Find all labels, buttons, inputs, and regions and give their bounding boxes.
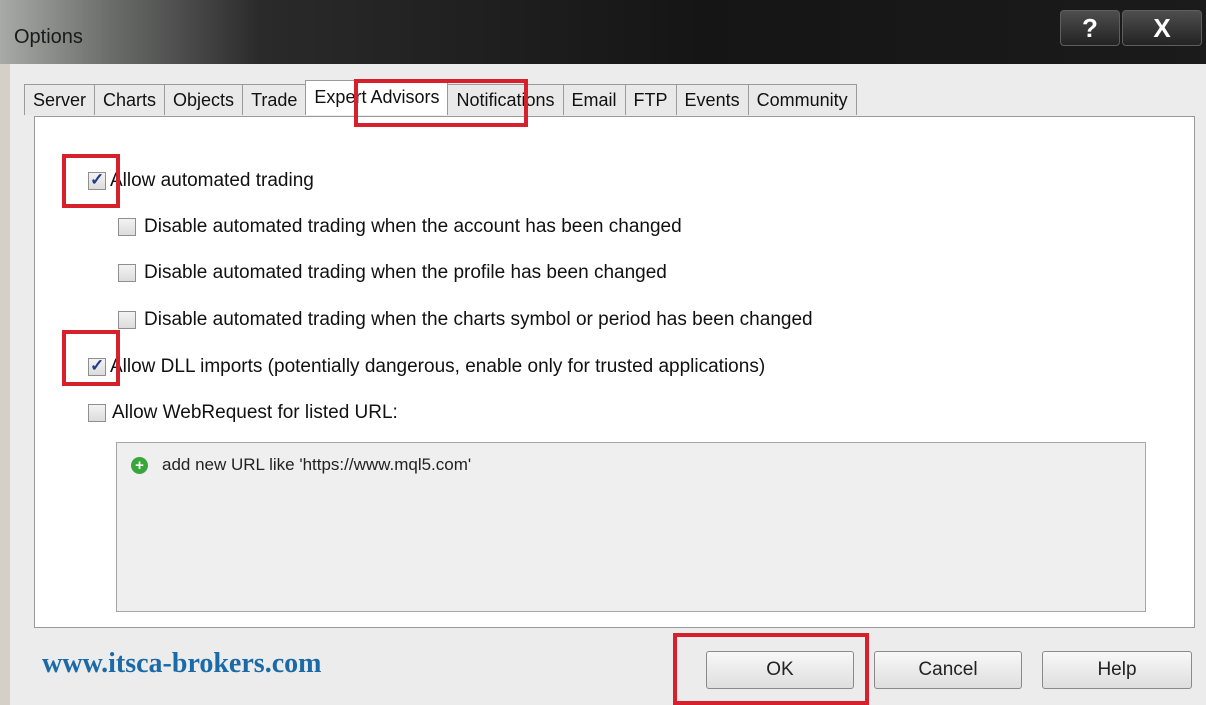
disable-on-symbol-change-option[interactable]: Disable automated trading when the chart…: [118, 309, 813, 331]
tab-notifications[interactable]: Notifications: [447, 84, 564, 115]
ok-button[interactable]: OK: [706, 651, 854, 689]
tab-objects[interactable]: Objects: [164, 84, 244, 115]
allow-automated-trading-option[interactable]: Allow automated trading: [88, 170, 314, 192]
help-button[interactable]: Help: [1042, 651, 1192, 689]
disable-on-account-change-option[interactable]: Disable automated trading when the accou…: [118, 216, 682, 238]
disable-on-symbol-change-checkbox[interactable]: [118, 311, 136, 329]
disable-on-symbol-change-label: Disable automated trading when the chart…: [144, 309, 813, 330]
tab-server[interactable]: Server: [24, 84, 96, 115]
tab-trade[interactable]: Trade: [242, 84, 307, 115]
allow-webrequest-label: Allow WebRequest for listed URL:: [112, 402, 398, 423]
tab-ftp[interactable]: FTP: [624, 84, 677, 115]
allow-dll-imports-label: Allow DLL imports (potentially dangerous…: [110, 356, 766, 377]
allow-webrequest-checkbox[interactable]: [88, 404, 106, 422]
allow-webrequest-option[interactable]: Allow WebRequest for listed URL:: [88, 402, 398, 424]
cancel-button[interactable]: Cancel: [874, 651, 1022, 689]
url-list[interactable]: + add new URL like 'https://www.mql5.com…: [116, 442, 1146, 612]
tab-expert-advisors[interactable]: Expert Advisors: [305, 80, 449, 115]
tab-strip: Server Charts Objects Trade Expert Advis…: [24, 80, 857, 117]
allow-dll-imports-option[interactable]: Allow DLL imports (potentially dangerous…: [88, 356, 765, 378]
window-title: Options: [14, 26, 83, 48]
website-watermark: www.itsca-brokers.com: [42, 648, 322, 679]
close-icon[interactable]: X: [1122, 10, 1202, 46]
add-url-row[interactable]: + add new URL like 'https://www.mql5.com…: [131, 455, 471, 475]
disable-on-profile-change-option[interactable]: Disable automated trading when the profi…: [118, 262, 667, 284]
add-url-hint: add new URL like 'https://www.mql5.com': [162, 455, 472, 474]
allow-automated-trading-checkbox[interactable]: [88, 170, 106, 190]
title-bar: Options ? X: [0, 0, 1206, 64]
tab-email[interactable]: Email: [562, 84, 626, 115]
tab-community[interactable]: Community: [747, 84, 857, 115]
disable-on-profile-change-label: Disable automated trading when the profi…: [144, 262, 667, 283]
disable-on-account-change-label: Disable automated trading when the accou…: [144, 216, 682, 237]
tab-events[interactable]: Events: [675, 84, 749, 115]
tab-charts[interactable]: Charts: [94, 84, 166, 115]
allow-dll-imports-checkbox[interactable]: [88, 356, 106, 376]
add-plus-icon[interactable]: +: [131, 456, 148, 474]
options-dialog: Options ? X Server Charts Objects Trade …: [0, 0, 1206, 705]
disable-on-account-change-checkbox[interactable]: [118, 218, 136, 236]
help-icon[interactable]: ?: [1060, 10, 1120, 46]
disable-on-profile-change-checkbox[interactable]: [118, 264, 136, 282]
allow-automated-trading-label: Allow automated trading: [110, 170, 314, 191]
